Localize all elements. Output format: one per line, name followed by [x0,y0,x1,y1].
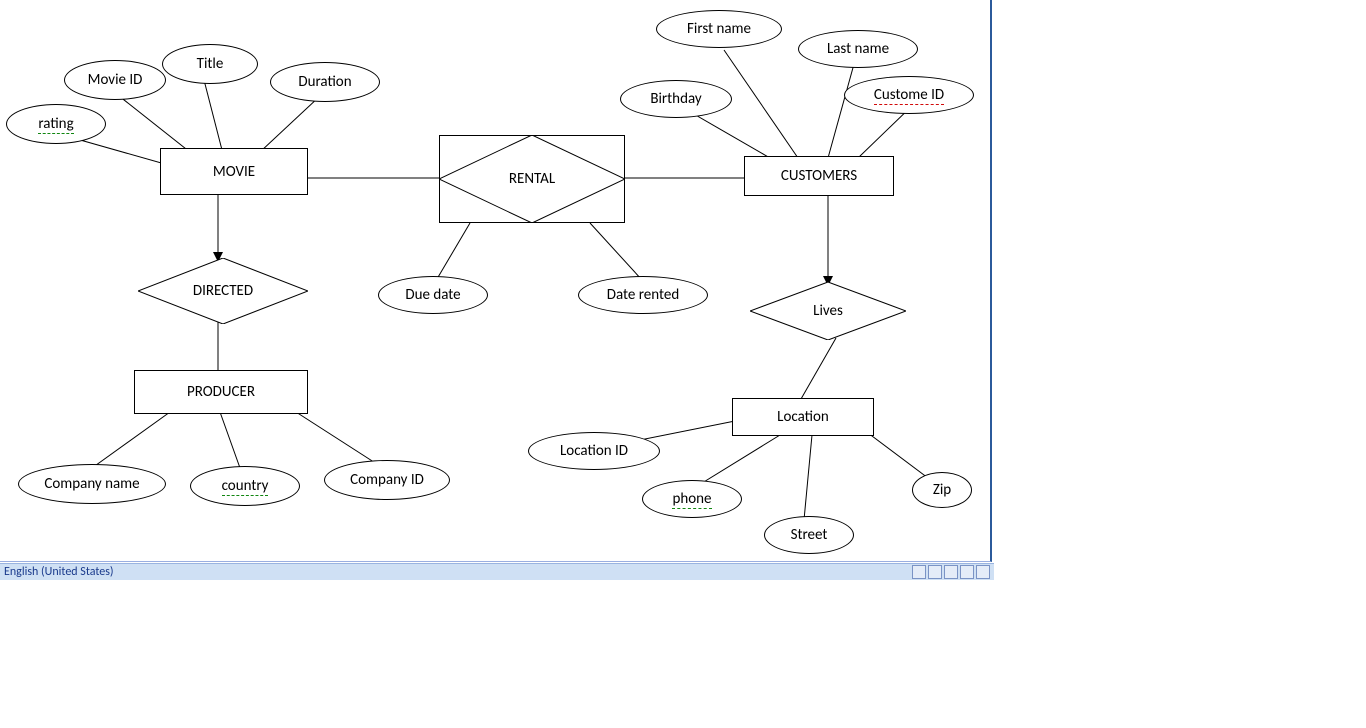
entity-label: Location [777,408,829,426]
attribute-phone[interactable]: phone [642,480,742,518]
attribute-label: Title [197,55,224,73]
attribute-movie-id[interactable]: Movie ID [64,60,166,100]
relationship-label: DIRECTED [138,258,308,324]
attribute-label: Location ID [560,442,628,460]
attribute-label: Duration [298,73,351,91]
entity-movie[interactable]: MOVIE [160,148,308,195]
attribute-label: Zip [933,481,951,499]
attribute-label: phone [672,490,711,509]
attribute-street[interactable]: Street [764,516,854,554]
attribute-label: country [222,477,269,496]
attribute-label: Company ID [350,471,424,489]
entity-label: MOVIE [213,163,255,181]
attribute-rating[interactable]: rating [6,104,106,144]
attribute-birthday[interactable]: Birthday [620,80,732,118]
attribute-label: Custome ID [874,86,944,105]
relationship-label: RENTAL [439,135,625,223]
attribute-last-name[interactable]: Last name [798,30,918,68]
entity-label: CUSTOMERS [781,167,857,185]
attribute-location-id[interactable]: Location ID [528,432,660,470]
attribute-title[interactable]: Title [162,44,258,84]
status-language: English (United States) [4,565,114,579]
attribute-label: Company name [44,475,139,493]
document-canvas: MOVIE Movie ID Title Duration rating REN… [0,0,992,562]
full-screen-reading-icon[interactable] [928,565,942,579]
attribute-label: Last name [827,40,889,58]
attribute-label: Date rented [607,286,679,304]
attribute-due-date[interactable]: Due date [378,276,488,314]
entity-producer[interactable]: PRODUCER [134,370,308,414]
attribute-first-name[interactable]: First name [656,10,782,48]
entity-customers[interactable]: CUSTOMERS [744,156,894,196]
attribute-label: Birthday [650,90,701,108]
relationship-label: Lives [750,282,906,340]
entity-location[interactable]: Location [732,398,874,436]
attribute-label: Street [791,526,828,544]
status-bar: English (United States) [0,563,994,580]
attribute-duration[interactable]: Duration [270,62,380,102]
attribute-label: First name [687,20,751,38]
print-layout-icon[interactable] [912,565,926,579]
attribute-label: rating [38,115,73,134]
web-layout-icon[interactable] [944,565,958,579]
attribute-label: Movie ID [88,71,143,89]
entity-label: PRODUCER [187,383,255,401]
attribute-company-id[interactable]: Company ID [324,460,450,500]
attribute-label: Due date [405,286,460,304]
attribute-customer-id[interactable]: Custome ID [844,76,974,114]
view-buttons [912,564,990,580]
attribute-company-name[interactable]: Company name [18,464,166,504]
attribute-country[interactable]: country [190,466,300,506]
page-root: MOVIE Movie ID Title Duration rating REN… [0,0,1366,728]
outline-icon[interactable] [960,565,974,579]
attribute-zip[interactable]: Zip [912,472,972,508]
attribute-date-rented[interactable]: Date rented [578,276,708,314]
draft-icon[interactable] [976,565,990,579]
